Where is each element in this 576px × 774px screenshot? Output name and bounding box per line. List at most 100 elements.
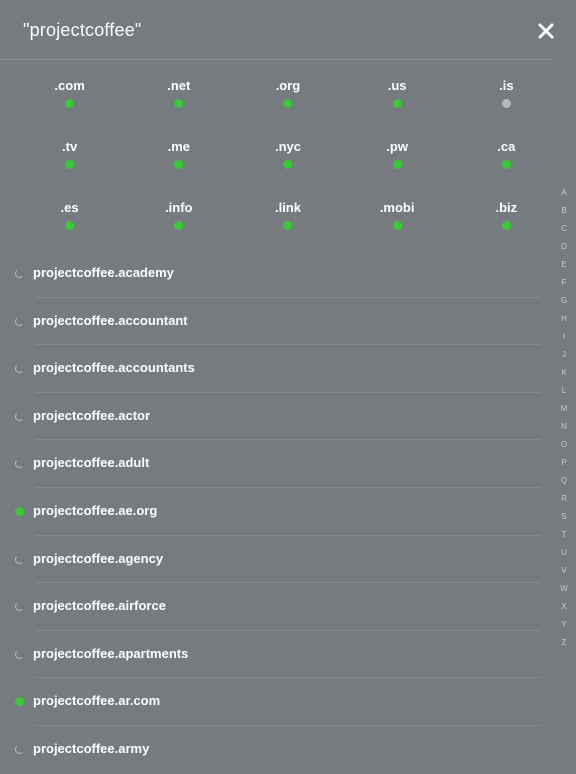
index-letter[interactable]: F [562,274,567,292]
domain-name: projectcoffee.academy [33,265,174,280]
loading-spinner-icon [15,554,24,564]
domain-row[interactable]: projectcoffee.airforce [0,583,550,631]
index-letter[interactable]: I [563,328,565,346]
tld-label: .com [54,78,85,93]
tld-item[interactable]: .org [233,78,342,139]
index-letter[interactable]: H [561,310,567,328]
available-dot-icon [501,160,511,169]
index-letter[interactable]: D [561,238,567,256]
tld-label: .us [387,78,407,93]
available-dot-icon [392,221,402,230]
index-letter[interactable]: Q [561,472,567,490]
tld-item[interactable]: .is [452,78,561,139]
domain-row[interactable]: projectcoffee.actor [0,393,550,441]
index-letter[interactable]: K [561,364,566,382]
index-letter[interactable]: X [561,598,566,616]
domain-name: projectcoffee.ae.org [33,502,158,518]
domain-name: projectcoffee.army [33,740,150,756]
index-letter[interactable]: M [561,400,568,418]
domain-row[interactable]: projectcoffee.adult [0,440,550,488]
loading-spinner-icon [15,316,24,326]
index-letter[interactable]: Y [561,616,566,634]
tld-label: .es [60,200,79,215]
loading-spinner-icon [15,744,24,754]
domain-name: projectcoffee.actor [33,407,151,423]
loading-spinner-icon [15,411,24,421]
index-letter[interactable]: S [561,508,566,526]
index-letter[interactable]: T [562,526,567,544]
domain-row[interactable]: projectcoffee.accountant [0,298,550,346]
loading-spinner-icon [15,269,24,278]
domain-name: projectcoffee.agency [33,550,164,566]
tld-label: .me [167,139,190,154]
index-letter[interactable]: A [561,184,566,202]
search-header: "projectcoffee" [0,0,576,60]
tld-grid: .com .net .org .us .is .tv .me .nyc .pw .ca .es .in… [15,78,561,261]
available-dot-icon [392,99,402,108]
tld-item[interactable]: .com [15,78,124,139]
index-letter[interactable]: N [561,418,567,436]
available-dot-icon [65,221,75,230]
domain-name: projectcoffee.accountant [33,312,188,328]
index-letter[interactable]: E [561,256,566,274]
tld-item[interactable]: .nyc [233,139,342,200]
tld-label: .biz [495,200,518,215]
loading-spinner-icon [15,364,24,374]
loading-spinner-icon [15,602,24,612]
index-letter[interactable]: R [561,490,567,508]
unavailable-dot-icon [501,99,511,108]
domain-row[interactable]: projectcoffee.apartments [0,631,550,679]
tld-label: .is [499,78,514,93]
index-letter[interactable]: J [562,346,566,364]
alphabet-index[interactable]: ABCDEFGHIJKLMNOPQRSTUVWXYZ [556,184,572,652]
index-letter[interactable]: V [561,562,566,580]
tld-label: .net [167,78,191,93]
index-letter[interactable]: L [562,382,566,400]
tld-label: .pw [386,139,408,154]
available-dot-icon [15,506,24,516]
domain-row[interactable]: projectcoffee.ae.org [0,488,550,536]
tld-label: .mobi [379,200,415,215]
tld-item[interactable]: .ca [452,139,561,200]
close-icon [538,23,554,39]
tld-item[interactable]: .pw [343,139,452,200]
loading-spinner-icon [15,459,24,469]
available-dot-icon [283,221,293,230]
tld-item[interactable]: .tv [15,139,124,200]
index-letter[interactable]: O [561,436,567,454]
domain-row[interactable]: projectcoffee.ar.com [0,678,550,726]
domain-row[interactable]: projectcoffee.accountants [0,345,550,393]
index-letter[interactable]: P [561,454,566,472]
tld-label: .nyc [274,139,301,154]
available-dot-icon [174,221,184,230]
tld-label: .tv [62,139,78,154]
domain-row[interactable]: projectcoffee.academy [0,250,550,298]
tld-item[interactable]: .me [124,139,233,200]
tld-label: .info [165,200,193,215]
loading-spinner-icon [15,649,24,659]
tld-item[interactable]: .net [124,78,233,139]
domain-row[interactable]: projectcoffee.army [0,726,550,774]
domain-name: projectcoffee.apartments [33,645,189,661]
available-dot-icon [65,160,75,169]
available-dot-icon [65,99,75,108]
available-dot-icon [283,99,293,108]
available-dot-icon [174,160,184,169]
close-button[interactable] [534,19,558,43]
available-dot-icon [392,160,402,169]
available-dot-icon [283,160,293,169]
index-letter[interactable]: C [561,220,567,238]
index-letter[interactable]: B [561,202,566,220]
domain-name: projectcoffee.accountants [33,360,195,376]
tld-label: .org [275,78,301,93]
available-dot-icon [501,221,511,230]
domain-row[interactable]: projectcoffee.agency [0,536,550,584]
index-letter[interactable]: Z [562,634,567,652]
index-letter[interactable]: U [561,544,567,562]
tld-label: .ca [497,139,516,154]
tld-item[interactable]: .us [343,78,452,139]
index-letter[interactable]: G [561,292,567,310]
available-dot-icon [15,697,24,707]
index-letter[interactable]: W [560,580,568,598]
domain-name: projectcoffee.airforce [33,598,166,614]
